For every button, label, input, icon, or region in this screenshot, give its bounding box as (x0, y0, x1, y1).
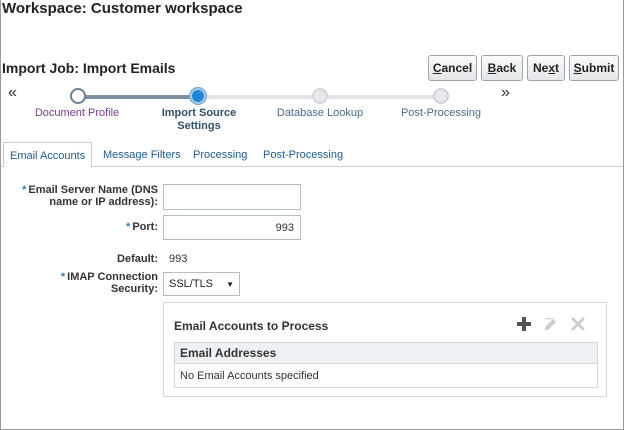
port-input[interactable] (163, 215, 301, 240)
cancel-label-mnemonic: C (432, 61, 442, 75)
train-label-import-source-settings[interactable]: Import Source Settings (159, 107, 239, 133)
add-icon[interactable] (515, 315, 533, 333)
imap-security-label: * IMAP Connection Security: (10, 271, 158, 295)
required-indicator: * (126, 221, 131, 233)
imap-security-label-line1: * IMAP Connection (10, 271, 158, 283)
imap-security-value: SSL/TLS (169, 278, 214, 290)
tab-post-processing[interactable]: Post-Processing (257, 142, 349, 167)
cancel-label-post: ancel (441, 61, 473, 75)
email-accounts-panel: Email Accounts to Process Email Addresse… (163, 302, 607, 397)
server-name-label-text1: Email Server Name (DNS (28, 184, 158, 196)
imap-security-label-line2: Security: (110, 283, 158, 295)
panel-title: Email Accounts to Process (174, 319, 329, 333)
train-label-document-profile[interactable]: Document Profile (27, 107, 127, 120)
server-name-label: * Email Server Name (DNS name or IP addre… (10, 184, 158, 208)
tab-email-accounts[interactable]: Email Accounts (3, 142, 93, 168)
delete-icon[interactable] (569, 315, 587, 333)
next-button[interactable]: Ne x t (527, 55, 565, 81)
empty-table-message: No Email Accounts specified (180, 370, 319, 382)
tab-bar: Email Accounts Message Filters Processin… (1, 142, 623, 168)
train-step-import-source-settings[interactable] (190, 88, 206, 104)
train-label-database-lookup[interactable]: Database Lookup (270, 107, 370, 120)
port-label: * Port: (10, 221, 158, 233)
submit-label-mnemonic: S (573, 61, 582, 75)
workspace-title: Workspace: Customer workspace (2, 0, 243, 17)
job-title: Import Job: Import Emails (2, 60, 176, 76)
default-port-value: 993 (169, 253, 188, 265)
train-connector-completed (78, 95, 198, 99)
server-name-input[interactable] (163, 184, 301, 210)
required-indicator: * (22, 184, 27, 196)
edit-icon[interactable] (542, 315, 560, 333)
column-header-email-addresses: Email Addresses (175, 343, 597, 364)
tab-message-filters[interactable]: Message Filters (97, 142, 187, 167)
dropdown-arrow-icon: ▼ (226, 279, 234, 289)
cancel-button[interactable]: Cancel (428, 55, 477, 81)
train-step-document-profile[interactable] (70, 88, 86, 104)
required-indicator: * (60, 271, 66, 283)
imap-security-select[interactable]: SSL/TLS ▼ (163, 272, 240, 296)
next-label-pre: Ne (532, 61, 549, 75)
tab-processing[interactable]: Processing (187, 142, 253, 167)
back-label-post: ack (496, 61, 517, 75)
next-label-mnemonic: x (548, 61, 556, 75)
submit-label-post: ubmit (581, 61, 615, 75)
train-step-post-processing[interactable] (433, 88, 449, 104)
imap-security-label-text1: IMAP Connection (67, 271, 158, 283)
train-prev-arrow-icon[interactable]: « (8, 84, 17, 102)
email-addresses-table: Email Addresses No Email Accounts specif… (174, 342, 598, 388)
train-step-database-lookup[interactable] (312, 88, 328, 104)
default-label: Default: (117, 253, 158, 265)
port-label-text: Port: (132, 221, 158, 233)
train-next-arrow-icon[interactable]: » (501, 84, 510, 102)
next-label-post: t (555, 61, 560, 75)
back-button[interactable]: Back (481, 55, 523, 81)
submit-button[interactable]: Submit (569, 55, 619, 81)
train-label-post-processing[interactable]: Post-Processing (391, 107, 491, 120)
server-name-label-line1: * Email Server Name (DNS (10, 184, 158, 196)
server-name-label-line2: name or IP address): (49, 196, 158, 208)
back-label-mnemonic: B (487, 61, 497, 75)
